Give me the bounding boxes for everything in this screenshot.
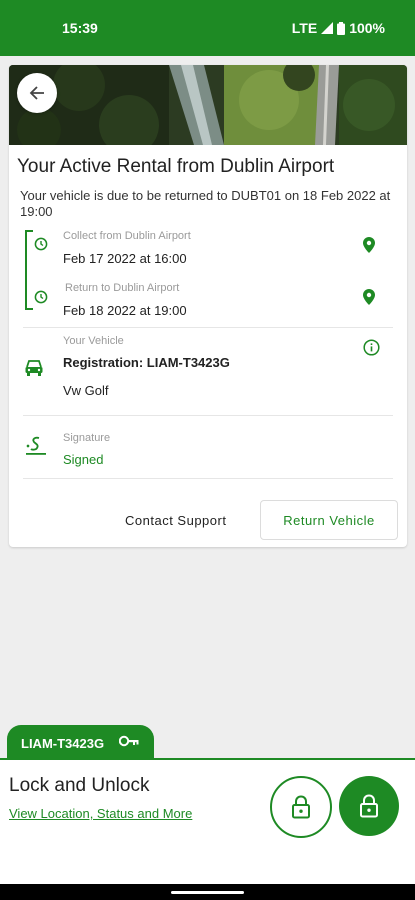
car-icon <box>24 358 46 378</box>
lock-button[interactable] <box>339 776 399 836</box>
location-pin-icon[interactable] <box>363 289 375 305</box>
signature-status: Signed <box>63 452 104 467</box>
timeline-tick <box>25 308 33 310</box>
lock-panel-title: Lock and Unlock <box>9 775 150 796</box>
vehicle-label: Your Vehicle <box>63 335 124 347</box>
divider <box>23 327 393 328</box>
timeline-line <box>25 230 27 310</box>
clock-icon <box>34 237 48 251</box>
timeline-tick <box>25 230 33 232</box>
rental-title: Your Active Rental from Dublin Airport <box>17 156 335 177</box>
vehicle-registration: Registration: LIAM-T3423G <box>63 355 230 370</box>
banner-image <box>9 65 407 145</box>
signal-icon <box>321 22 334 34</box>
signature-icon <box>25 435 47 457</box>
lock-icon <box>292 795 310 819</box>
rental-subtitle: Your vehicle is due to be returned to DU… <box>20 188 391 219</box>
return-datetime: Feb 18 2022 at 19:00 <box>63 303 187 318</box>
contact-support-button[interactable]: Contact Support <box>125 513 226 528</box>
vehicle-model: Vw Golf <box>63 383 109 398</box>
location-pin-icon[interactable] <box>363 237 375 253</box>
battery-label: 100% <box>349 20 385 36</box>
home-gesture-bar[interactable] <box>171 891 244 894</box>
clock-icon <box>34 290 48 304</box>
status-time: 15:39 <box>62 20 98 36</box>
back-button[interactable] <box>17 73 57 113</box>
registration-tab[interactable]: LIAM-T3423G <box>7 725 154 761</box>
collect-label: Collect from Dublin Airport <box>63 230 191 242</box>
collect-datetime: Feb 17 2022 at 16:00 <box>63 251 187 266</box>
return-label: Return to Dublin Airport <box>65 282 180 294</box>
status-indicators: LTE 100% <box>292 20 385 36</box>
view-location-link[interactable]: View Location, Status and More <box>9 806 192 821</box>
lock-icon <box>360 794 378 818</box>
info-icon[interactable] <box>363 339 380 356</box>
unlock-button[interactable] <box>270 776 332 838</box>
return-vehicle-button[interactable]: Return Vehicle <box>260 500 398 540</box>
system-navigation-bar <box>0 884 415 900</box>
signature-label: Signature <box>63 432 111 444</box>
status-bar: 15:39 LTE 100% <box>0 0 415 56</box>
network-label: LTE <box>291 20 318 36</box>
divider <box>23 415 393 416</box>
battery-icon <box>337 21 346 35</box>
active-rental-card: Your Active Rental from Dublin Airport Y… <box>9 65 407 547</box>
key-icon <box>118 735 139 750</box>
registration-tab-label: LIAM-T3423G <box>21 736 105 751</box>
divider <box>23 478 393 479</box>
arrow-left-icon <box>29 86 44 100</box>
